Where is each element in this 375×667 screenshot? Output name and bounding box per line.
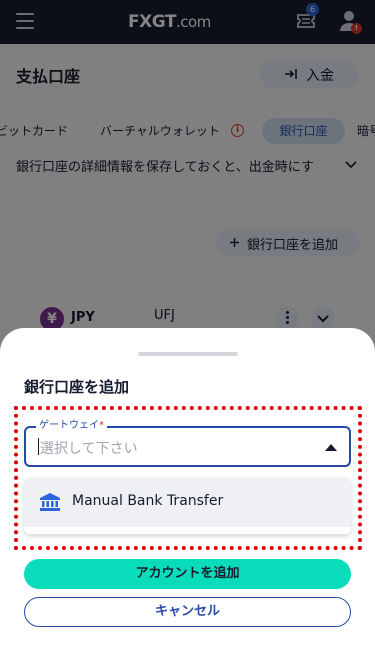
sheet-title: 銀行口座を追加 xyxy=(24,378,130,396)
gateway-dropdown-list: Manual Bank Transfer xyxy=(24,478,351,534)
add-account-button[interactable]: アカウントを追加 xyxy=(24,559,351,589)
option-label: Manual Bank Transfer xyxy=(72,493,224,509)
add-bank-account-sheet: 銀行口座を追加 ゲートウェイ* 選択して下さい Manual Bank Tran… xyxy=(0,328,375,667)
gateway-label: ゲートウェイ* xyxy=(36,420,107,432)
gateway-select[interactable]: ゲートウェイ* 選択して下さい xyxy=(24,420,351,467)
gateway-placeholder: 選択して下さい xyxy=(40,441,138,457)
required-mark: * xyxy=(99,420,104,431)
caret-up-icon[interactable] xyxy=(325,444,337,451)
gateway-option-manual-bank-transfer[interactable]: Manual Bank Transfer xyxy=(24,478,351,527)
sheet-drag-handle[interactable] xyxy=(138,352,238,356)
gateway-label-text: ゲートウェイ xyxy=(39,420,99,431)
bank-icon xyxy=(40,493,60,511)
cancel-button[interactable]: キャンセル xyxy=(24,597,351,627)
text-caret xyxy=(38,438,39,455)
